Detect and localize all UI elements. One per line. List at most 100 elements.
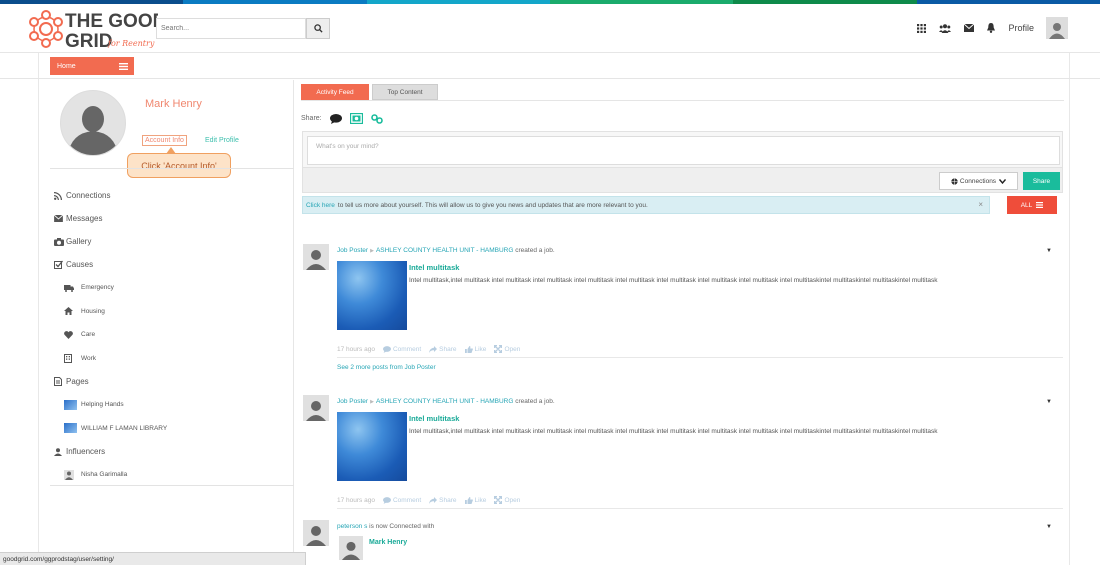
page-thumbnail	[64, 399, 80, 410]
svg-text:for Reentry: for Reentry	[107, 39, 155, 48]
account-info-link[interactable]: Account Info	[142, 135, 187, 146]
hamburger-icon[interactable]	[119, 62, 128, 70]
cause-label: Emergency	[81, 284, 114, 292]
filter-all-button[interactable]: ALL	[1007, 196, 1057, 214]
profile-name[interactable]: Mark Henry	[145, 98, 202, 110]
search-button[interactable]	[306, 18, 330, 39]
post-actions: 17 hours ago Comment Share Like Open	[337, 496, 520, 504]
post-verb: created a job.	[515, 398, 555, 405]
page-item-helping-hands[interactable]: Helping Hands	[54, 393, 289, 417]
poster-avatar[interactable]	[303, 244, 329, 270]
sidebar-item-causes[interactable]: Causes	[54, 253, 289, 276]
apps-grid-icon[interactable]	[917, 23, 927, 33]
share-options: Share:	[301, 113, 383, 124]
post-image[interactable]	[337, 261, 407, 330]
sidebar-item-gallery[interactable]: Gallery	[54, 230, 289, 253]
expand-icon	[494, 496, 503, 504]
open-action[interactable]: Open	[494, 345, 520, 353]
post-divider	[337, 357, 1063, 358]
post-header: Job Poster ▶ ASHLEY COUNTY HEALTH UNIT - H…	[337, 398, 555, 405]
post-time: 17 hours ago	[337, 345, 375, 353]
post-target-link[interactable]: ASHLEY COUNTY HEALTH UNIT - HAMBURG	[376, 247, 514, 254]
user-icon	[54, 447, 64, 456]
connections-dropdown[interactable]: Connections	[939, 172, 1018, 190]
profile-avatar[interactable]	[60, 90, 126, 156]
post-title[interactable]: Intel multitask	[409, 263, 459, 272]
home-nav-bar[interactable]: Home	[50, 57, 134, 75]
comment-action[interactable]: Comment	[382, 496, 421, 504]
status-textarea[interactable]: What's on your mind?	[307, 136, 1060, 165]
connected-user-avatar[interactable]	[339, 536, 363, 560]
edit-profile-link[interactable]: Edit Profile	[205, 137, 239, 144]
comment-action[interactable]: Comment	[382, 346, 421, 353]
share-icon	[429, 496, 438, 504]
photo-icon[interactable]	[349, 113, 363, 124]
sidebar-item-label: Connections	[66, 191, 111, 200]
post-author-link[interactable]: Job Poster	[337, 398, 368, 405]
post-menu-caret-icon[interactable]: ▼	[1046, 524, 1052, 530]
comment-icon	[382, 496, 391, 504]
cause-label: Work	[81, 354, 97, 362]
share-button[interactable]: Share	[1023, 172, 1060, 190]
post-title[interactable]: Intel multitask	[409, 414, 459, 423]
connection-user-link[interactable]: peterson s	[337, 523, 367, 530]
see-more-posts-link[interactable]: See 2 more posts from Job Poster	[337, 364, 436, 371]
sidebar-item-messages[interactable]: Messages	[54, 207, 289, 230]
left-sidebar: Mark Henry Account Info Edit Profile Cli…	[44, 80, 294, 565]
sidebar-item-label: Influencers	[66, 447, 106, 456]
cause-item-work[interactable]: Work	[54, 347, 289, 371]
arrow-right-icon: ▶	[370, 248, 374, 254]
sidebar-item-influencers[interactable]: Influencers	[54, 440, 289, 463]
right-border	[1069, 53, 1070, 565]
search-input[interactable]	[156, 18, 306, 39]
share-action[interactable]: Share	[429, 345, 457, 353]
users-icon[interactable]	[939, 23, 952, 33]
envelope-icon[interactable]	[964, 24, 975, 32]
arrow-right-icon: ▶	[370, 399, 374, 405]
tab-underline	[301, 100, 1064, 101]
header-separator	[0, 78, 1100, 79]
connected-user-name[interactable]: Mark Henry	[369, 539, 407, 546]
post-target-link[interactable]: ASHLEY COUNTY HEALTH UNIT - HAMBURG	[376, 398, 514, 405]
good-grid-logo[interactable]: THE GOOD GRID for Reentry	[28, 6, 166, 52]
user-avatar[interactable]	[1046, 17, 1068, 39]
poster-avatar[interactable]	[303, 520, 329, 546]
chevron-down-icon	[999, 178, 1007, 184]
sidebar-item-pages[interactable]: Pages	[54, 370, 289, 393]
poster-avatar[interactable]	[303, 395, 329, 421]
share-action[interactable]: Share	[429, 496, 457, 504]
post-image[interactable]	[337, 412, 407, 481]
top-header: THE GOOD GRID for Reentry Profile	[0, 4, 1100, 53]
header-icons: Profile	[904, 17, 1068, 39]
filter-all-label: ALL	[1020, 201, 1033, 209]
close-icon[interactable]: ×	[978, 200, 983, 209]
page-item-laman-library[interactable]: WILLIAM F LAMAN LIBRARY	[54, 417, 289, 441]
notice-link[interactable]: Click here	[306, 202, 335, 209]
profile-link[interactable]: Profile	[1008, 23, 1034, 33]
sidebar-item-connections[interactable]: Connections	[54, 184, 289, 207]
post-body: Intel multitask,intel multitask intel mu…	[409, 277, 938, 284]
connection-header: peterson s is now Connected with	[337, 523, 434, 530]
influencer-item[interactable]: Nisha Garimalla	[54, 463, 289, 487]
post-author-link[interactable]: Job Poster	[337, 247, 368, 254]
search-icon	[313, 24, 323, 33]
cause-item-emergency[interactable]: Emergency	[54, 276, 289, 300]
like-action[interactable]: Like	[464, 345, 486, 353]
instruction-callout: Click 'Account Info'	[127, 153, 231, 178]
tab-activity-feed[interactable]: Activity Feed	[301, 84, 369, 100]
link-icon[interactable]	[370, 113, 383, 124]
sidebar-item-label: Gallery	[66, 237, 92, 246]
sidebar-item-label: Pages	[66, 377, 89, 386]
post-menu-caret-icon[interactable]: ▼	[1046, 399, 1052, 405]
open-action[interactable]: Open	[494, 496, 520, 504]
connections-label: Connections	[959, 177, 997, 185]
post-time: 17 hours ago	[337, 496, 375, 504]
connection-text: is now Connected with	[369, 523, 435, 530]
bell-icon[interactable]	[987, 23, 996, 33]
cause-item-care[interactable]: Care	[54, 323, 289, 347]
comment-bubble-icon[interactable]	[329, 113, 342, 124]
cause-item-housing[interactable]: Housing	[54, 300, 289, 324]
post-menu-caret-icon[interactable]: ▼	[1046, 248, 1052, 254]
like-action[interactable]: Like	[464, 496, 486, 504]
tab-top-content[interactable]: Top Content	[372, 84, 438, 100]
